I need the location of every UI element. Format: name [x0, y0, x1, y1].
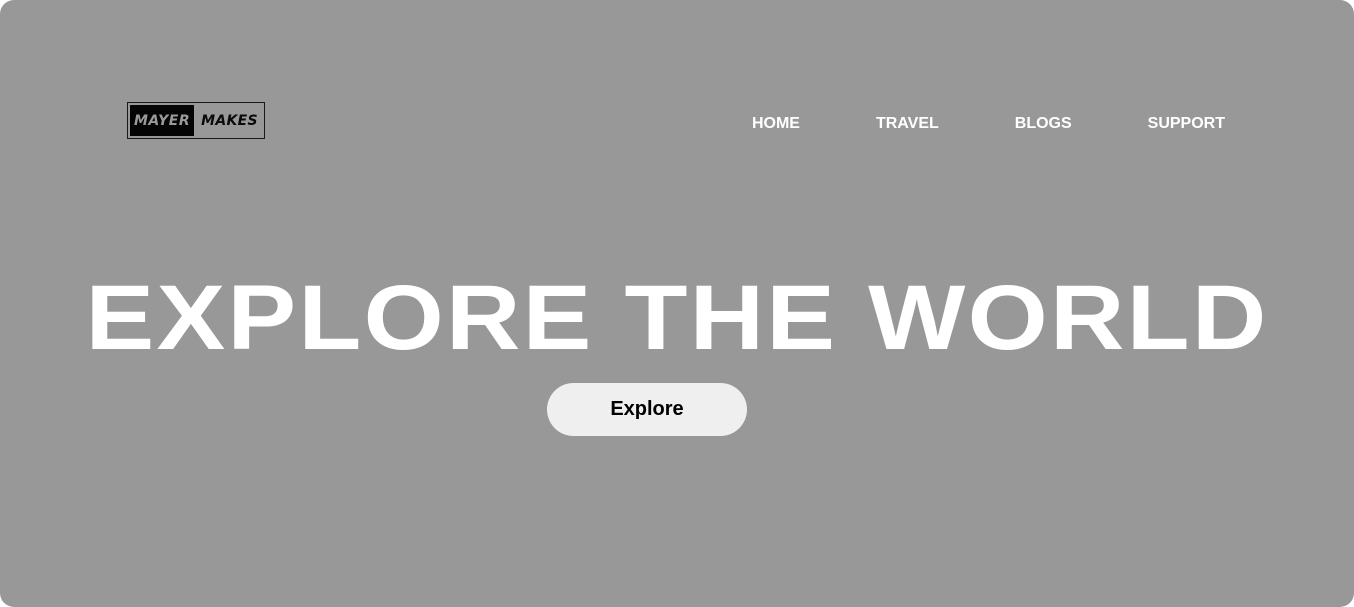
logo-text-secondary: MAKES	[201, 112, 258, 129]
nav-item-support[interactable]: SUPPORT	[1148, 114, 1225, 134]
main-nav: HOME TRAVEL BLOGS SUPPORT	[752, 114, 1225, 134]
hero-page: MAYER MAKES HOME TRAVEL BLOGS SUPPORT EX…	[0, 0, 1354, 607]
hero-title: EXPLORE THE WORLD	[85, 267, 1269, 369]
explore-button[interactable]: Explore	[547, 383, 747, 436]
nav-item-home[interactable]: HOME	[752, 114, 800, 134]
nav-item-blogs[interactable]: BLOGS	[1015, 114, 1072, 134]
logo-text-primary: MAYER	[130, 105, 195, 136]
logo[interactable]: MAYER MAKES	[127, 102, 265, 139]
nav-item-travel[interactable]: TRAVEL	[876, 114, 939, 134]
